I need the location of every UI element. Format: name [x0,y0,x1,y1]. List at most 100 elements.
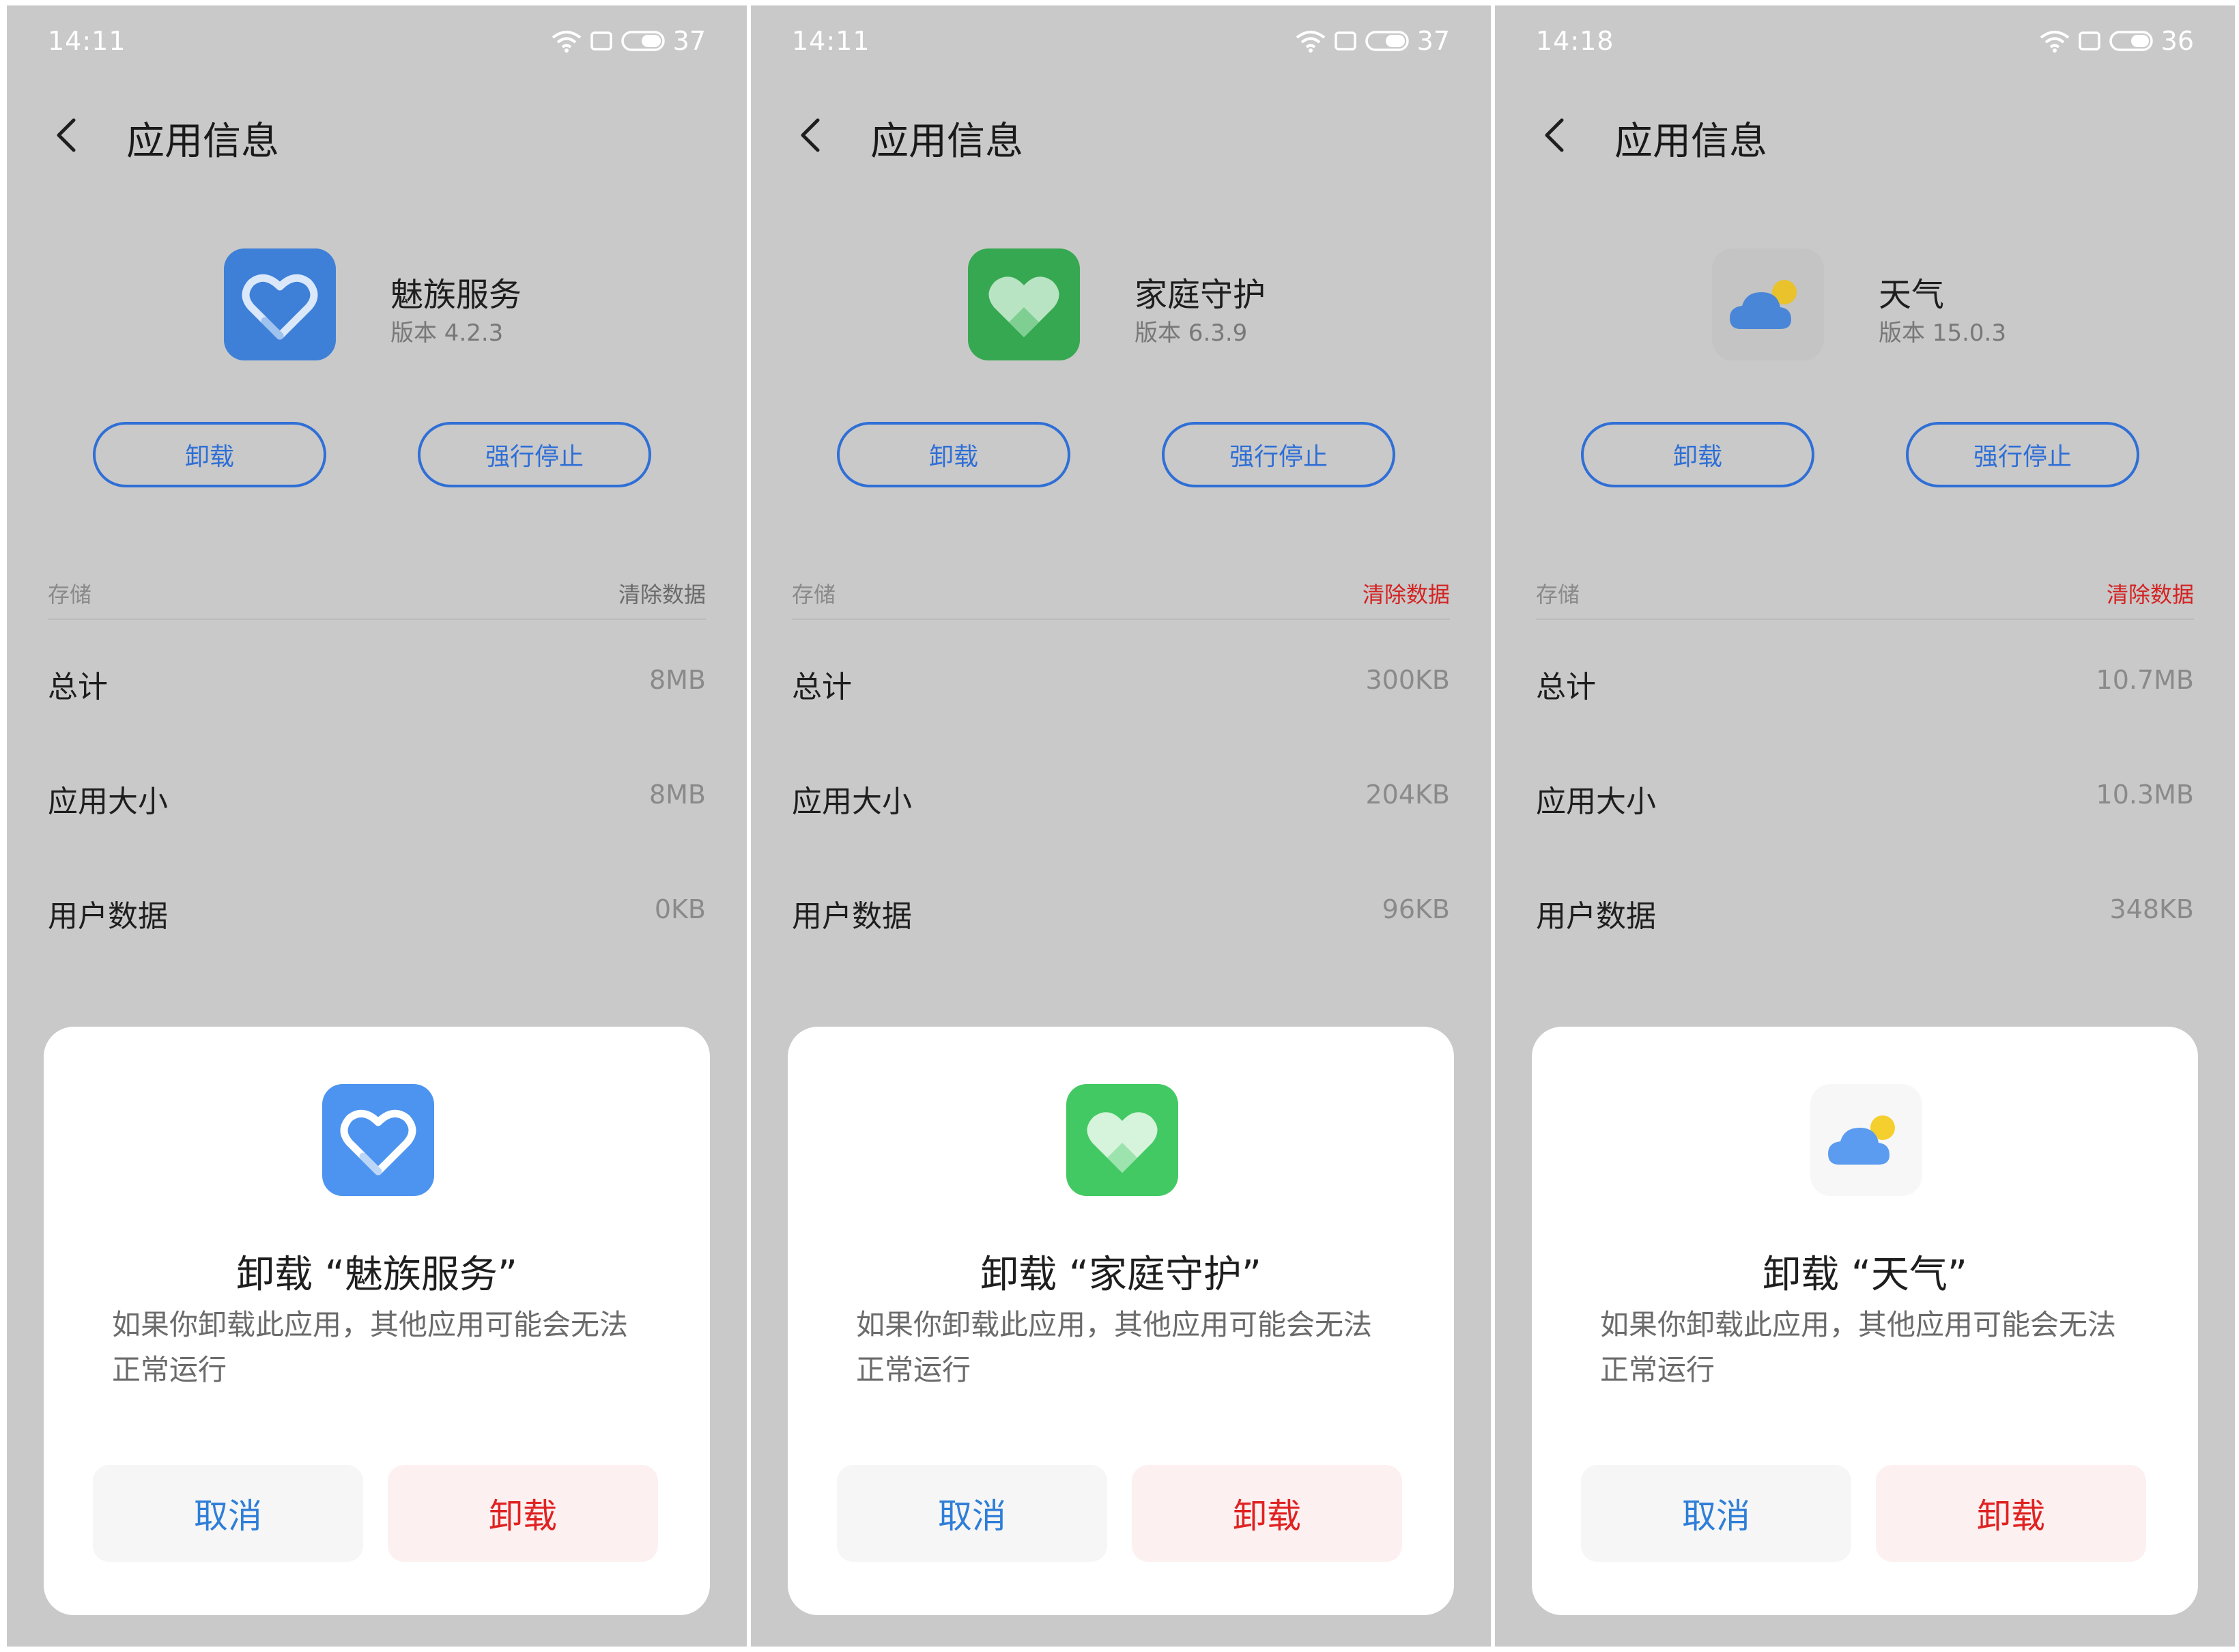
row-label: 应用大小 [1536,784,1656,819]
row-value: 0KB [654,894,706,924]
meizu-service-dialog-icon [322,1084,434,1196]
weather-cloud-sun-icon [1730,280,1797,329]
back-arrow-icon[interactable] [48,115,89,156]
dialog-message: 如果你卸载此应用，其他应用可能会无法正常运行 [112,1308,629,1386]
uninstall-button[interactable]: 卸载 [837,422,1070,487]
uninstall-dialog: 卸载 “家庭守护” 如果你卸载此应用，其他应用可能会无法正常运行 取消 卸载 [788,1027,1454,1615]
family-guard-dialog-icon [1066,1084,1178,1196]
row-value: 10.7MB [2096,665,2194,695]
row-value: 8MB [648,780,706,810]
row-label: 总计 [792,670,852,704]
status-time: 14:11 [48,26,126,56]
battery-level: 36 [2160,26,2194,56]
battery-icon [2109,31,2153,51]
dialog-title: 卸载 “魅族服务” [236,1253,517,1297]
cancel-button[interactable]: 取消 [837,1465,1107,1562]
heart-outline-icon [340,1109,416,1176]
storage-row-total: 总计 10.7MB [1536,650,2194,711]
header: 应用信息 [1495,101,2235,169]
storage-label: 存储 [48,582,92,608]
storage-section-header: 存储 清除数据 [792,578,1450,620]
screen-icon [590,31,612,51]
storage-row-app-size: 应用大小 10.3MB [1536,765,2194,826]
family-guard-app-icon [968,248,1080,360]
row-value: 8MB [648,665,706,695]
status-icons: 36 [2040,26,2194,56]
dialog-message: 如果你卸载此应用，其他应用可能会无法正常运行 [1600,1308,2117,1386]
row-label: 总计 [48,670,108,704]
app-name: 天气 [1879,276,1945,314]
meizu-service-app-icon [224,248,336,360]
app-version: 版本 4.2.3 [390,319,504,347]
app-info-screen-1: 14:11 37 应用信息 魅族服务 版本 4.2.3 卸载 强行停止 存储 清… [7,5,747,1647]
app-info-screen-3: 14:18 36 应用信息 天气 版本 15.0.3 卸载 强行停止 存储 清除… [1495,5,2235,1647]
weather-dialog-icon [1810,1084,1922,1196]
clear-data-link[interactable]: 清除数据 [2107,578,2194,609]
storage-row-app-size: 应用大小 204KB [792,765,1450,826]
uninstall-dialog: 卸载 “天气” 如果你卸载此应用，其他应用可能会无法正常运行 取消 卸载 [1532,1027,2198,1615]
wifi-icon [1296,31,1325,53]
clear-data-link[interactable]: 清除数据 [618,578,706,609]
force-stop-button[interactable]: 强行停止 [1162,422,1395,487]
row-value: 10.3MB [2096,780,2194,810]
storage-row-user-data: 用户数据 348KB [1536,879,2194,941]
header: 应用信息 [7,101,747,169]
confirm-uninstall-button[interactable]: 卸载 [1132,1465,1402,1562]
weather-cloud-sun-icon [1828,1115,1895,1165]
screen-icon [1334,31,1356,51]
battery-level: 37 [672,26,706,56]
uninstall-button[interactable]: 卸载 [1581,422,1814,487]
clear-data-link[interactable]: 清除数据 [1363,578,1450,609]
back-arrow-icon[interactable] [1536,115,1577,156]
status-time: 14:18 [1536,26,1614,56]
storage-row-user-data: 用户数据 0KB [48,879,706,941]
storage-section-header: 存储 清除数据 [48,578,706,620]
confirm-uninstall-button[interactable]: 卸载 [1876,1465,2146,1562]
force-stop-button[interactable]: 强行停止 [1906,422,2139,487]
battery-icon [1365,31,1409,51]
app-summary: 家庭守护 版本 6.3.9 [751,248,1491,371]
confirm-uninstall-button[interactable]: 卸载 [388,1465,658,1562]
heart-filled-icon [1087,1112,1158,1173]
storage-label: 存储 [792,582,836,608]
app-info-screen-2: 14:11 37 应用信息 家庭守护 版本 6.3.9 卸载 强行停止 存储 清… [751,5,1491,1647]
page-title: 应用信息 [126,119,279,164]
app-summary: 魅族服务 版本 4.2.3 [7,248,747,371]
screen-icon [2078,31,2100,51]
force-stop-button[interactable]: 强行停止 [418,422,651,487]
app-name: 家庭守护 [1135,276,1266,314]
uninstall-dialog: 卸载 “魅族服务” 如果你卸载此应用，其他应用可能会无法正常运行 取消 卸载 [44,1027,710,1615]
dialog-message: 如果你卸载此应用，其他应用可能会无法正常运行 [856,1308,1373,1386]
app-summary: 天气 版本 15.0.3 [1495,248,2235,371]
heart-outline-icon [242,274,318,340]
battery-icon [621,31,665,51]
storage-row-app-size: 应用大小 8MB [48,765,706,826]
storage-label: 存储 [1536,582,1580,608]
wifi-icon [2040,31,2069,53]
cancel-button[interactable]: 取消 [93,1465,363,1562]
row-value: 96KB [1382,894,1450,924]
uninstall-button[interactable]: 卸载 [93,422,326,487]
heart-filled-icon [988,276,1059,337]
storage-row-total: 总计 300KB [792,650,1450,711]
status-icons: 37 [552,26,706,56]
back-arrow-icon[interactable] [792,115,833,156]
status-bar: 14:11 37 [7,5,747,74]
storage-row-user-data: 用户数据 96KB [792,879,1450,941]
app-version: 版本 6.3.9 [1135,319,1248,347]
row-value: 300KB [1365,665,1450,695]
row-label: 总计 [1536,670,1596,704]
wifi-icon [552,31,581,53]
page-title: 应用信息 [1614,119,1767,164]
header: 应用信息 [751,101,1491,169]
row-label: 用户数据 [1536,899,1656,934]
status-bar: 14:18 36 [1495,5,2235,74]
cancel-button[interactable]: 取消 [1581,1465,1851,1562]
row-label: 用户数据 [792,899,912,934]
dialog-title: 卸载 “家庭守护” [980,1253,1261,1297]
row-label: 应用大小 [792,784,912,819]
row-value: 348KB [2109,894,2194,924]
status-icons: 37 [1296,26,1450,56]
battery-level: 37 [1416,26,1450,56]
status-time: 14:11 [792,26,870,56]
